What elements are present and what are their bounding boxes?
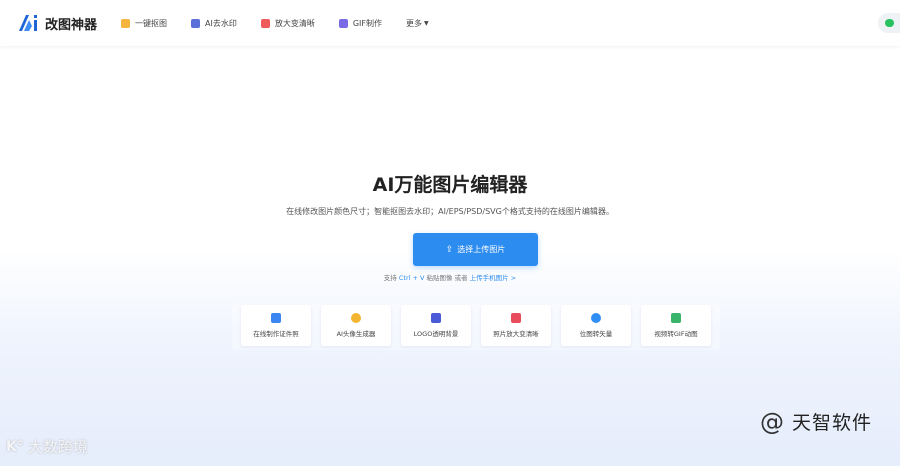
nav-enlarge-clear[interactable]: 放大变清晰 [260,18,315,29]
nav-one-click-cutout[interactable]: 一键抠图 [121,18,167,29]
nav-label: GIF制作 [352,18,383,28]
upload-label: 选择上传图片 [457,245,506,254]
tool-card-video-gif[interactable]: 视频转GIF动图 [641,305,711,346]
tool-card-ai-avatar[interactable]: AI头像生成器 [321,305,391,346]
tool-card-label: 视频转GIF动图 [654,330,698,338]
page-subtitle: 在线修改图片颜色尺寸；智能抠图去水印；AI/EPS/PSD/SVG个格式支持的在… [286,207,614,216]
nav-label: 放大变清晰 [274,18,315,28]
hint-middle: 粘贴图像 或者 [424,274,470,282]
enlarge-icon [260,18,270,28]
wechat-swirl-icon: @ [759,407,784,436]
top-header: 改图神器 一键抠图 AI去水印 放大变清晰 GIF制作 更多 ▼ [0,0,900,46]
logo-icon [18,14,40,32]
photo-enlarge-icon [511,313,521,323]
tool-card-label: 在线制作证件照 [253,330,299,338]
nav-label: AI去水印 [205,18,237,28]
wechat-login-button[interactable] [878,13,900,33]
tool-card-logo-transparent[interactable]: LOGO透明背景 [401,305,471,346]
tool-card-id-photo[interactable]: 在线制作证件照 [241,305,311,346]
hint-shortcut: Ctrl + V [398,274,425,282]
site-logo[interactable]: 改图神器 [18,14,97,33]
id-photo-icon [271,313,281,323]
upload-icon: ⇪ [445,244,454,255]
main-nav: 一键抠图 AI去水印 放大变清晰 GIF制作 更多 ▼ [121,18,453,29]
eraser-icon [191,18,201,28]
video-gif-icon [671,313,681,323]
nav-label: 更多 [406,18,423,28]
watermark-text: 天智软件 [791,412,872,434]
nav-ai-remove-watermark[interactable]: AI去水印 [191,18,237,29]
tool-card-label: 照片放大变清晰 [493,330,539,338]
nav-more-dropdown[interactable]: 更多 ▼ [406,18,429,29]
watermark-logo-icon: K° [6,438,24,455]
tool-card-bitmap-vector[interactable]: 位图转矢量 [561,305,631,346]
watermark-right: @ 天智软件 [760,408,872,435]
tool-card-label: AI头像生成器 [336,330,376,338]
watermark-left: K° 大数跨境 [6,436,88,457]
tool-card-label: LOGO透明背景 [413,330,459,338]
vector-icon [591,313,601,323]
tool-card-photo-enlarge[interactable]: 照片放大变清晰 [481,305,551,346]
upload-image-button[interactable]: ⇪ 选择上传图片 [413,233,538,266]
transparent-bg-icon [431,313,441,323]
nav-label: 一键抠图 [135,18,168,28]
upload-from-phone-link[interactable]: 上传手机图片 > [470,274,517,282]
paste-hint: 支持 Ctrl + V 粘贴图像 或者 上传手机图片 > [0,272,900,282]
logo-text: 改图神器 [45,17,98,33]
hint-prefix: 支持 [383,274,399,282]
nav-gif-maker[interactable]: GIF制作 [338,18,383,29]
page-title: AI万能图片编辑器 [372,174,528,196]
watermark-text: 大数跨境 [27,438,88,456]
caret-down-icon: ▼ [424,19,429,27]
wechat-icon [885,19,894,27]
scissors-icon [121,18,131,28]
avatar-generator-icon [351,313,361,323]
gif-icon [338,18,348,28]
tool-card-label: 位图转矢量 [579,330,613,338]
